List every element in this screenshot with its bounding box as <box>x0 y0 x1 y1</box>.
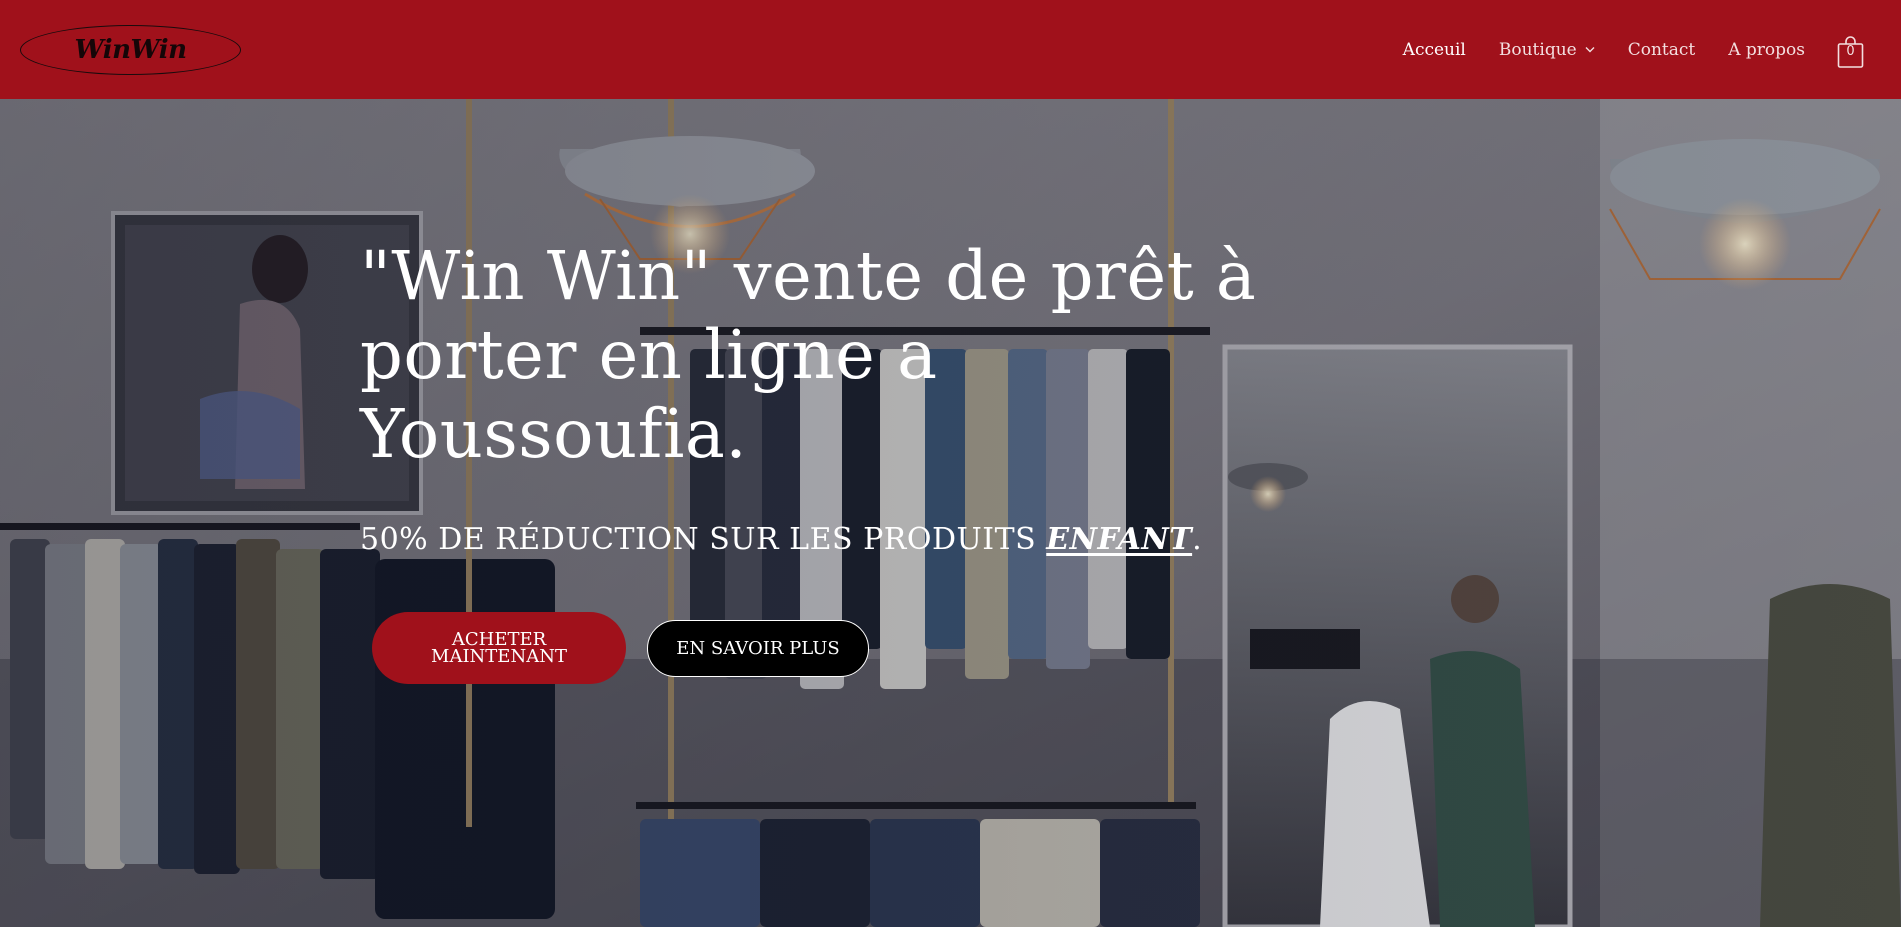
hero-content: "Win Win" vente de prêt à porter en lign… <box>360 237 1260 684</box>
nav-item-contact[interactable]: Contact <box>1628 40 1696 60</box>
nav-item-acceuil[interactable]: Acceuil <box>1403 40 1466 60</box>
hero-subtitle-suffix: . <box>1192 522 1203 557</box>
buy-now-button[interactable]: ACHETER MAINTENANT <box>372 612 626 684</box>
hero-section: "Win Win" vente de prêt à porter en lign… <box>0 99 1901 927</box>
nav-item-label: Acceuil <box>1402 39 1466 60</box>
nav-item-label: A propos <box>1728 39 1805 60</box>
nav-item-boutique[interactable]: Boutique <box>1499 40 1595 60</box>
site-header: WinWin Acceuil Boutique Contact A propos… <box>0 0 1901 99</box>
learn-more-button[interactable]: EN SAVOIR PLUS <box>647 619 869 677</box>
hero-title: "Win Win" vente de prêt à porter en lign… <box>360 237 1257 473</box>
logo-text: WinWin <box>74 34 187 65</box>
nav-item-label: Contact <box>1627 39 1696 60</box>
nav-item-a-propos[interactable]: A propos <box>1728 40 1805 60</box>
nav-item-label: Boutique <box>1498 39 1577 60</box>
chevron-down-icon <box>1585 46 1595 53</box>
site-logo[interactable]: WinWin <box>20 24 241 75</box>
main-nav: Acceuil Boutique Contact A propos 0 <box>1370 35 1864 68</box>
hero-subtitle-prefix: 50% DE RÉDUCTION SUR LES PRODUITS <box>360 522 1047 557</box>
cart-button[interactable]: 0 <box>1837 35 1864 68</box>
cart-count: 0 <box>1846 43 1855 59</box>
hero-subtitle: 50% DE RÉDUCTION SUR LES PRODUITS ENFANT… <box>360 522 1260 557</box>
hero-buttons: ACHETER MAINTENANT EN SAVOIR PLUS <box>372 612 1260 684</box>
hero-subtitle-emphasis[interactable]: ENFANT <box>1046 522 1192 557</box>
